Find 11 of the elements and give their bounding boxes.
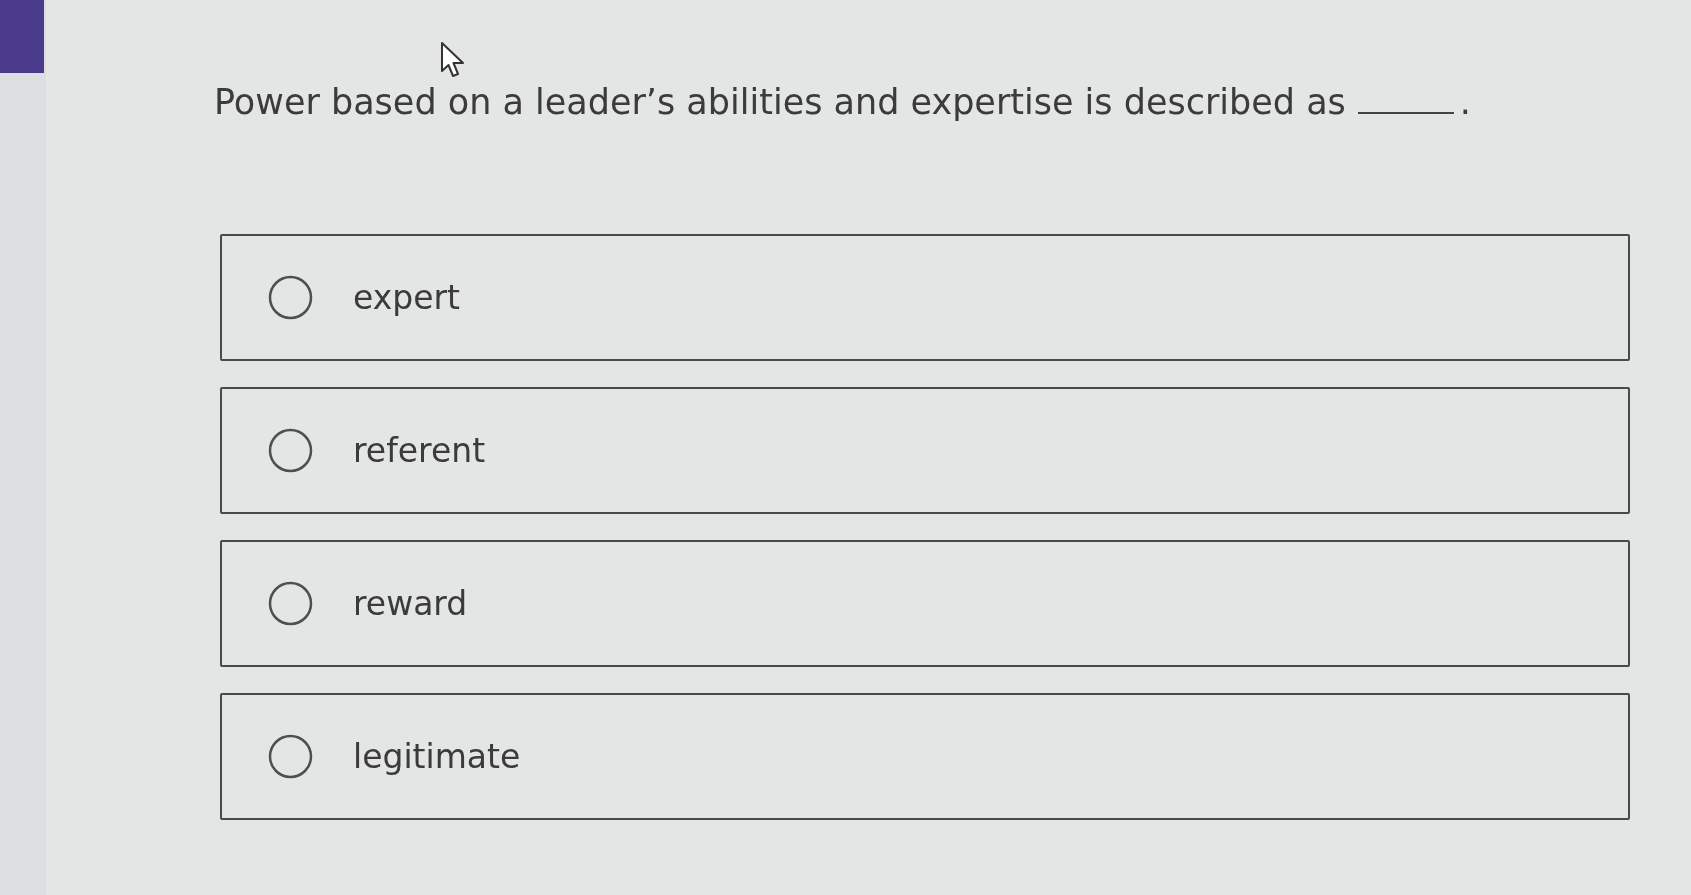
radio-button[interactable]	[268, 581, 313, 626]
radio-button[interactable]	[268, 275, 313, 320]
radio-button[interactable]	[268, 428, 313, 473]
mouse-pointer-icon	[440, 41, 466, 79]
question-text: Power based on a leader’s abilities and expertise is described as	[214, 81, 1346, 124]
answer-option[interactable]: legitimate	[220, 693, 1630, 820]
question-text: .	[1459, 81, 1471, 124]
answer-option[interactable]: expert	[220, 234, 1630, 361]
radio-button[interactable]	[268, 734, 313, 779]
answer-option[interactable]: reward	[220, 540, 1630, 667]
answer-option[interactable]: referent	[220, 387, 1630, 514]
